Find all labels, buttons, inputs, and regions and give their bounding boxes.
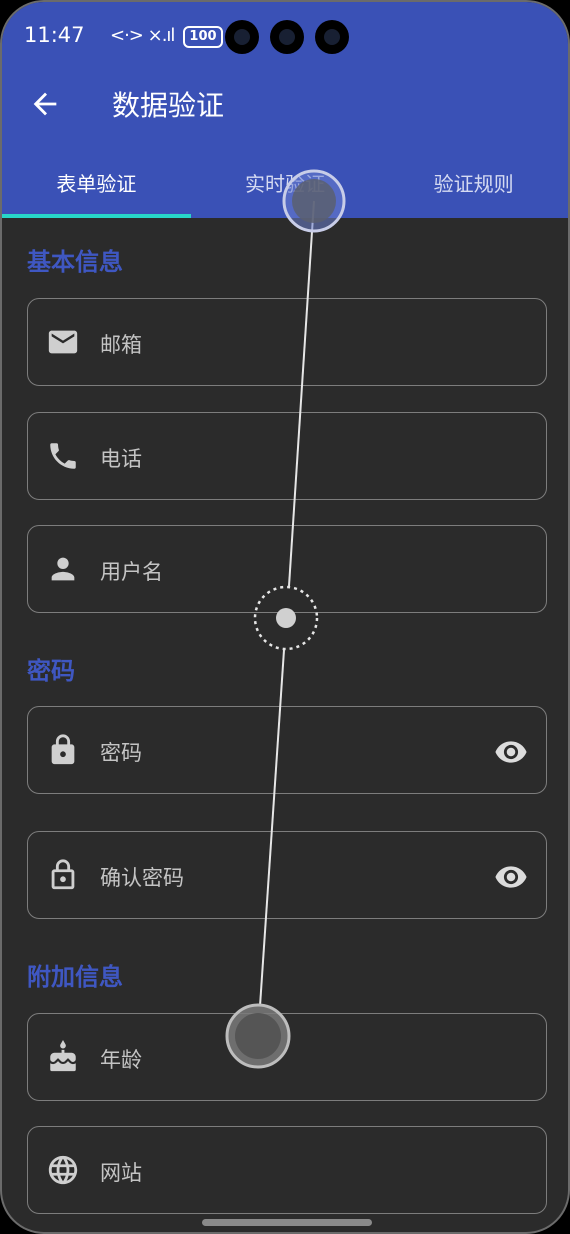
tab-realtime-validation[interactable]: 实时验证 bbox=[191, 152, 380, 218]
arrow-left-icon[interactable] bbox=[28, 87, 62, 121]
page-title: 数据验证 bbox=[112, 89, 225, 122]
mail-icon bbox=[48, 330, 78, 354]
age-label: 年龄 bbox=[100, 1048, 142, 1072]
username-label: 用户名 bbox=[100, 560, 163, 584]
phone-label: 电话 bbox=[100, 447, 142, 471]
globe-icon bbox=[48, 1155, 78, 1185]
battery-icon: 100 bbox=[183, 26, 223, 48]
camera-icon bbox=[225, 20, 259, 54]
person-icon bbox=[51, 557, 75, 581]
camera-icon bbox=[315, 20, 349, 54]
eye-icon[interactable] bbox=[494, 860, 528, 894]
tab-bar: 表单验证 实时验证 验证规则 bbox=[2, 152, 568, 218]
status-bar: 11:47 <·> ×.ıl 100 bbox=[2, 2, 568, 70]
phone-field[interactable]: 电话 bbox=[27, 412, 547, 500]
confirm-password-field[interactable]: 确认密码 bbox=[27, 831, 547, 919]
home-indicator[interactable] bbox=[202, 1219, 372, 1226]
cake-icon bbox=[50, 1040, 76, 1072]
app-header: 11:47 <·> ×.ıl 100 数据验证 表单验证 实时验证 验证规则 bbox=[2, 2, 568, 218]
confirm-password-label: 确认密码 bbox=[100, 866, 184, 890]
status-time: 11:47 bbox=[24, 23, 85, 47]
app-bar: 数据验证 bbox=[2, 70, 568, 138]
lock-icon bbox=[51, 734, 75, 765]
password-field[interactable]: 密码 bbox=[27, 706, 547, 794]
section-title-password: 密码 bbox=[27, 657, 75, 685]
camera-icon bbox=[270, 20, 304, 54]
username-field[interactable]: 用户名 bbox=[27, 525, 547, 613]
section-title-basic: 基本信息 bbox=[27, 248, 123, 276]
password-label: 密码 bbox=[100, 741, 142, 765]
website-field[interactable]: 网站 bbox=[27, 1126, 547, 1214]
age-field[interactable]: 年龄 bbox=[27, 1013, 547, 1101]
tab-form-validation[interactable]: 表单验证 bbox=[2, 152, 191, 218]
email-label: 邮箱 bbox=[100, 333, 142, 357]
tab-validation-rules[interactable]: 验证规则 bbox=[379, 152, 568, 218]
signal-icon: <·> ×.ıl bbox=[110, 25, 175, 46]
gesture-path bbox=[259, 649, 285, 1007]
phone-screen: 11:47 <·> ×.ıl 100 数据验证 表单验证 实时验证 验证规则 基… bbox=[0, 0, 570, 1234]
website-label: 网站 bbox=[100, 1161, 142, 1185]
section-title-extra: 附加信息 bbox=[27, 963, 123, 991]
eye-icon[interactable] bbox=[494, 735, 528, 769]
phone-icon bbox=[50, 443, 76, 469]
lock-open-icon bbox=[51, 859, 75, 890]
email-field[interactable]: 邮箱 bbox=[27, 298, 547, 386]
